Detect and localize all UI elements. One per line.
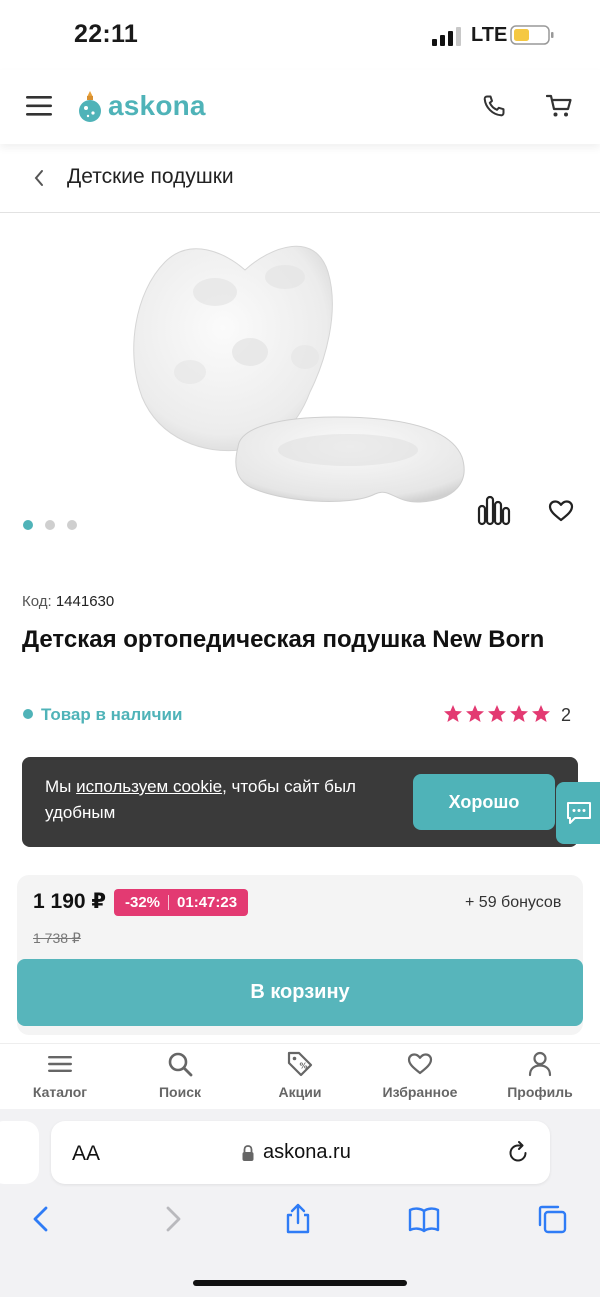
cookie-accept-button[interactable]: Хорошо xyxy=(413,774,555,830)
search-icon xyxy=(168,1052,193,1077)
signal-icon xyxy=(432,27,461,46)
star-icon xyxy=(466,705,484,722)
ornament-icon xyxy=(79,91,101,122)
logo-text: askona xyxy=(108,90,206,121)
product-image[interactable] xyxy=(120,232,480,522)
cookie-text: Мы используем cookie, чтобы сайт был удо… xyxy=(45,774,415,826)
menu-icon xyxy=(48,1056,72,1072)
chevron-left-icon[interactable] xyxy=(32,168,46,188)
product-code-label: Код: xyxy=(22,593,52,610)
browser-back-icon[interactable] xyxy=(26,1203,58,1235)
previous-tab[interactable] xyxy=(0,1121,39,1184)
bonus-points: + 59 бонусов xyxy=(465,894,562,911)
stock-status: Товар в наличии xyxy=(41,705,183,724)
gallery-dot-1[interactable] xyxy=(23,520,33,530)
cart-icon[interactable] xyxy=(546,94,572,118)
phone-icon[interactable] xyxy=(482,94,506,118)
gallery-dot-3[interactable] xyxy=(67,520,77,530)
heart-icon[interactable] xyxy=(548,499,574,523)
reviews-count[interactable]: 2 xyxy=(561,705,571,726)
star-icon xyxy=(510,705,528,722)
tabs-icon[interactable] xyxy=(536,1203,568,1235)
bookmarks-icon[interactable] xyxy=(408,1203,440,1235)
rating-stars[interactable] xyxy=(443,704,551,724)
reader-settings-button[interactable]: AA xyxy=(72,1142,100,1166)
network-label: LTE xyxy=(471,24,508,46)
chat-icon xyxy=(567,802,591,824)
current-price: 1 190 ₽ xyxy=(33,890,106,913)
gallery-dot-2[interactable] xyxy=(45,520,55,530)
stock-indicator xyxy=(23,709,33,719)
product-title: Детская ортопедическая подушка New Born xyxy=(22,626,545,653)
product-code: Код: 1441630 xyxy=(22,593,114,610)
chat-button[interactable] xyxy=(556,782,600,844)
star-icon xyxy=(444,705,462,722)
tag-icon: % xyxy=(287,1051,313,1077)
nav-label: Акции xyxy=(278,1084,322,1100)
breadcrumb-link[interactable]: Детские подушки xyxy=(67,165,234,189)
discount-percent: -32% xyxy=(125,894,161,911)
nav-promotions[interactable]: % Акции xyxy=(240,1050,360,1100)
share-icon[interactable] xyxy=(282,1203,314,1235)
discount-badge: -32% 01:47:23 xyxy=(114,889,249,916)
product-code-value: 1441630 xyxy=(55,593,115,610)
lock-icon xyxy=(242,1145,254,1161)
old-price: 1 738 ₽ xyxy=(33,930,81,946)
battery-icon xyxy=(510,25,554,45)
compare-icon[interactable] xyxy=(476,494,512,526)
browser-forward-icon[interactable] xyxy=(156,1203,188,1235)
star-icon xyxy=(532,705,550,722)
cookie-text-start: Мы xyxy=(45,777,77,796)
nav-search[interactable]: Поиск xyxy=(120,1050,240,1100)
cookie-link[interactable]: используем cookie xyxy=(76,777,222,796)
discount-timer: 01:47:23 xyxy=(177,894,238,911)
menu-icon[interactable] xyxy=(26,95,54,117)
home-indicator[interactable] xyxy=(193,1280,407,1286)
nav-catalog[interactable]: Каталог xyxy=(0,1050,120,1100)
nav-label: Избранное xyxy=(382,1084,458,1100)
nav-profile[interactable]: Профиль xyxy=(480,1050,600,1100)
status-time: 22:11 xyxy=(74,20,139,48)
url-text[interactable]: askona.ru xyxy=(263,1141,351,1164)
nav-label: Профиль xyxy=(507,1084,573,1100)
aa-label: AA xyxy=(72,1142,101,1165)
reload-icon[interactable] xyxy=(506,1140,530,1166)
askona-logo[interactable]: askona xyxy=(76,88,206,124)
svg-text:%: % xyxy=(300,1062,308,1071)
user-icon xyxy=(528,1051,552,1077)
heart-icon xyxy=(407,1053,433,1075)
nav-label: Поиск xyxy=(158,1084,201,1100)
nav-favorites[interactable]: Избранное xyxy=(360,1050,480,1100)
star-icon xyxy=(488,705,506,722)
add-to-cart-button[interactable]: В корзину xyxy=(17,959,583,1026)
nav-label: Каталог xyxy=(32,1084,88,1100)
